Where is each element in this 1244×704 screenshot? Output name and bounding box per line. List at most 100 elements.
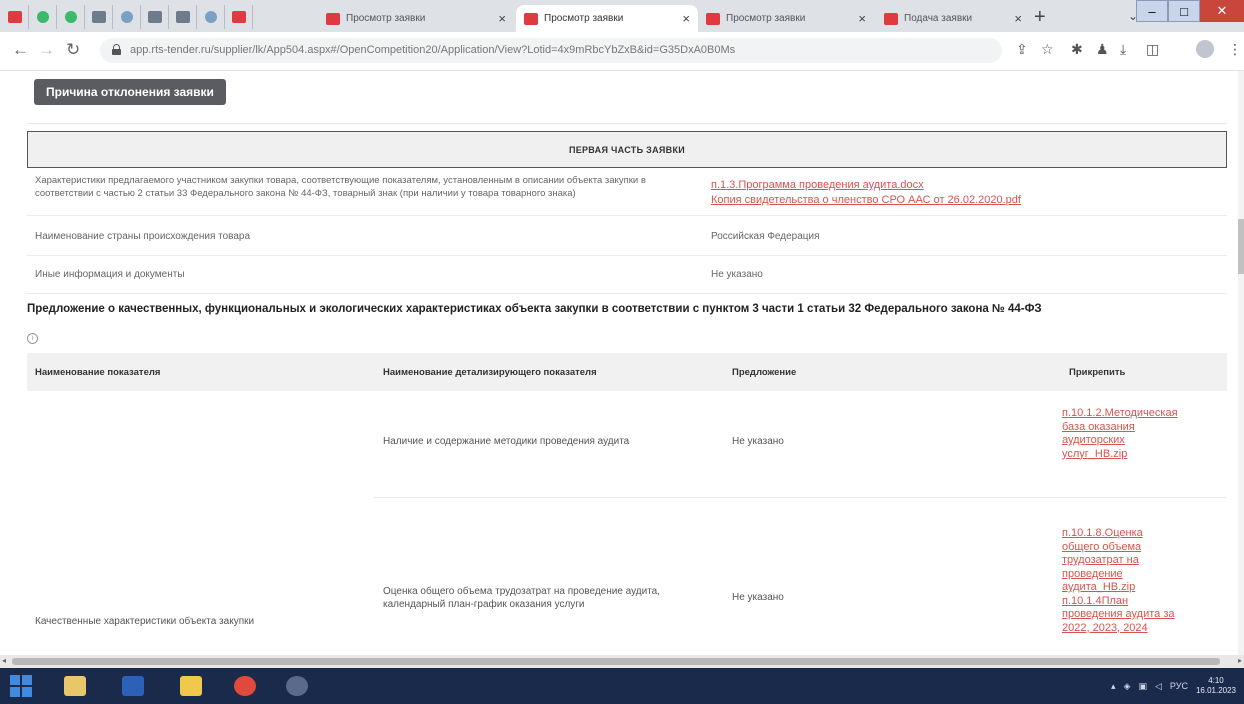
row-divider [373, 497, 1227, 498]
attachment-link[interactable]: п.1.3.Программа проведения аудита.docx [711, 178, 1021, 193]
system-tray: ▴ ◈ ▣ ◁ РУС 4:10 16.01.2023 [1111, 668, 1236, 704]
pinned-tab[interactable] [142, 5, 169, 29]
browser-tab[interactable]: Подача заявки × [876, 5, 1030, 32]
column-header: Прикрепить [1069, 367, 1126, 378]
proposal-table-header: Наименование показателя Наименование дет… [27, 353, 1227, 391]
taskbar-app-file-explorer[interactable] [62, 673, 88, 699]
pinned-tab[interactable] [170, 5, 197, 29]
download-icon[interactable]: ⤓ [1120, 41, 1126, 58]
attachment-link[interactable]: Копия свидетельства о членство СРО ААС о… [711, 193, 1021, 208]
horizontal-scrollbar[interactable]: ◂ ▸ [0, 655, 1244, 668]
lock-icon [112, 44, 121, 55]
tab-close-icon[interactable]: × [682, 11, 690, 26]
tab-close-icon[interactable]: × [858, 11, 866, 26]
windows-logo-icon [10, 675, 32, 697]
chrome-icon [234, 676, 256, 696]
first-part-row: Наименование страны происхождения товара… [27, 216, 1227, 256]
column-header: Наименование детализирующего показателя [383, 367, 597, 378]
tab-close-icon[interactable]: × [498, 11, 506, 26]
bookmark-star-icon[interactable]: ☆ [1041, 41, 1054, 58]
browser-tab[interactable]: Просмотр заявки × [698, 5, 874, 32]
reload-icon[interactable]: ↻ [66, 40, 80, 60]
file-explorer-icon [64, 676, 86, 696]
volume-icon[interactable]: ◁ [1155, 681, 1162, 692]
detail-indicator: Оценка общего объема трудозатрат на пров… [383, 586, 661, 610]
proposal-section-title: Предложение о качественных, функциональн… [27, 303, 1042, 315]
language-indicator[interactable]: РУС [1170, 681, 1188, 691]
row-value: Российская Федерация [711, 231, 820, 242]
column-header: Наименование показателя [35, 367, 161, 378]
browser-tab-strip: Просмотр заявки × Просмотр заявки × Прос… [0, 0, 1244, 32]
rts-favicon-icon [524, 12, 538, 25]
tab-title: Подача заявки [904, 13, 973, 24]
rejection-reason-button[interactable]: Причина отклонения заявки [34, 79, 226, 105]
browser-tab[interactable]: Просмотр заявки × [318, 5, 514, 32]
attachment-link[interactable]: п.10.1.4План проведения аудита за 2022, … [1062, 595, 1182, 636]
extension-icon[interactable]: ✱ [1071, 41, 1083, 58]
new-tab-button[interactable]: + [1034, 6, 1046, 29]
info-icon[interactable]: i [27, 333, 38, 344]
page-content: Причина отклонения заявки ПЕРВАЯ ЧАСТЬ З… [0, 71, 1244, 655]
taskbar-app-chrome-alt[interactable] [284, 673, 310, 699]
share-icon[interactable]: ⇪ [1016, 41, 1028, 58]
pinned-tab[interactable] [86, 5, 113, 29]
scroll-left-arrow-icon[interactable]: ◂ [2, 656, 6, 665]
browser-tab-active[interactable]: Просмотр заявки × [516, 5, 698, 32]
row-label: Характеристики предлагаемого участником … [35, 175, 646, 199]
tab-title: Просмотр заявки [726, 13, 806, 24]
gear-favicon-icon [121, 11, 133, 23]
row-value-links: п.1.3.Программа проведения аудита.docx К… [711, 178, 1021, 208]
tab-close-icon[interactable]: × [1014, 11, 1022, 26]
rts-favicon-icon [8, 11, 22, 23]
network-icon[interactable]: ◈ [1124, 681, 1131, 692]
scroll-right-arrow-icon[interactable]: ▸ [1238, 656, 1242, 665]
forward-arrow-icon[interactable]: → [38, 40, 55, 60]
rts-favicon-icon [326, 12, 340, 25]
profile-avatar-icon[interactable] [1196, 40, 1214, 58]
pinned-tab[interactable] [30, 5, 57, 29]
back-arrow-icon[interactable]: ← [12, 40, 29, 60]
rts-favicon-icon [232, 11, 246, 23]
extension-person-icon[interactable]: ♟ [1096, 41, 1109, 58]
clock[interactable]: 4:10 16.01.2023 [1196, 676, 1236, 696]
offer-value: Не указано [732, 592, 784, 603]
taskbar-app-chrome[interactable] [232, 673, 258, 699]
chrome-alt-icon [286, 676, 308, 696]
folder-icon [180, 676, 202, 696]
detail-indicator: Наличие и содержание методики проведения… [383, 436, 630, 447]
app-favicon-icon [92, 11, 106, 23]
column-header: Предложение [732, 367, 797, 378]
pinned-tab[interactable] [114, 5, 141, 29]
sidebar-icon[interactable]: ◫ [1146, 41, 1159, 58]
window-controls: – □ ✕ [1136, 0, 1244, 22]
taskbar-app-folder[interactable] [178, 673, 204, 699]
menu-kebab-icon[interactable]: ⋮ [1228, 41, 1242, 58]
app-favicon-icon [176, 11, 190, 23]
taskbar-app-word[interactable] [120, 673, 146, 699]
attachment-link[interactable]: п.10.1.2.Методическая база оказания ауди… [1062, 407, 1182, 461]
row-label: Наименование страны происхождения товара [35, 231, 251, 242]
address-bar[interactable]: app.rts-tender.ru/supplier/lk/App504.asp… [100, 38, 1002, 63]
vertical-scrollbar[interactable] [1238, 71, 1244, 655]
maximize-button[interactable]: □ [1168, 0, 1200, 22]
scroll-thumb[interactable] [12, 658, 1220, 665]
minimize-button[interactable]: – [1136, 0, 1168, 22]
attachment-link[interactable]: п.10.1.8.Оценка общего объема трудозатра… [1062, 527, 1182, 595]
start-button[interactable] [8, 673, 34, 699]
tray-app-icon[interactable]: ▣ [1138, 681, 1147, 692]
url-text: app.rts-tender.ru/supplier/lk/App504.asp… [130, 44, 736, 56]
tab-title: Просмотр заявки [346, 13, 426, 24]
close-window-button[interactable]: ✕ [1200, 0, 1244, 22]
tray-arrow-icon[interactable]: ▴ [1111, 681, 1116, 692]
row-value: Не указано [711, 269, 763, 280]
pinned-tab[interactable] [58, 5, 85, 29]
app-favicon-icon [148, 11, 162, 23]
pinned-tab[interactable] [198, 5, 225, 29]
rts-favicon-icon [884, 12, 898, 25]
divider [27, 123, 1227, 124]
pinned-tab[interactable] [226, 5, 253, 29]
scroll-thumb[interactable] [1238, 219, 1244, 274]
browser-toolbar: ← → ↻ app.rts-tender.ru/supplier/lk/App5… [0, 32, 1244, 71]
pinned-tab[interactable] [2, 5, 29, 29]
row-label: Иные информация и документы [35, 269, 185, 280]
